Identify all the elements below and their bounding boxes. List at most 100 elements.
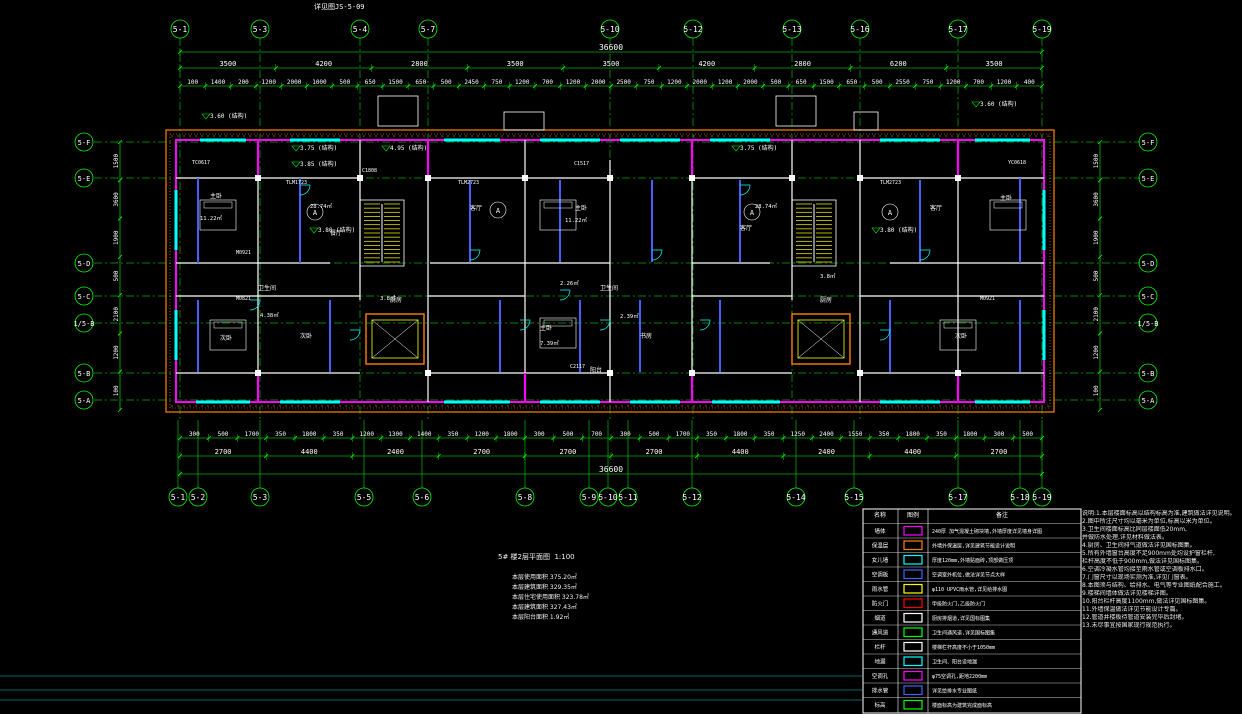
insulation-dot: [705, 405, 707, 407]
dim-top-2-text: 1200: [997, 79, 1012, 86]
column: [857, 370, 863, 376]
insulation-dot: [615, 135, 617, 137]
dining-mark: A: [750, 209, 755, 217]
door-tag: M0821: [236, 296, 251, 302]
insulation-dot: [633, 405, 635, 407]
elevation-triangle: [201, 113, 211, 120]
insulation-dot: [339, 135, 341, 137]
room-label: 厨房: [820, 296, 832, 304]
insulation-dot: [627, 135, 629, 137]
insulation-dot: [219, 135, 221, 137]
insulation-dot: [525, 405, 527, 407]
column: [425, 175, 431, 181]
insulation-dot: [861, 135, 863, 137]
insulation-dot: [189, 405, 191, 407]
insulation-dot: [741, 405, 743, 407]
insulation-dot: [897, 405, 899, 407]
axis-label: 5-8: [518, 493, 533, 502]
dim-bottom-1-text: 1800: [733, 431, 748, 438]
insulation-dot: [489, 405, 491, 407]
insulation-dot: [969, 135, 971, 137]
axis-label: 5-4: [353, 25, 368, 34]
insulation-dot: [867, 405, 869, 407]
insulation-dot: [1023, 135, 1025, 137]
insulation-dot: [573, 405, 575, 407]
insulation-dot: [471, 135, 473, 137]
dim-bottom-1-text: 1300: [388, 431, 403, 438]
insulation-dot: [423, 405, 425, 407]
dim-bottom-2-text: 2700: [990, 448, 1007, 456]
axis-label: 5-5: [357, 493, 372, 502]
insulation-dot: [693, 135, 695, 137]
insulation-dot: [315, 405, 317, 407]
dining-mark: A: [313, 209, 318, 217]
dim-bottom-2-text: 2400: [818, 448, 835, 456]
axis-label: 5-2: [191, 493, 206, 502]
column: [789, 175, 795, 181]
insulation-dot: [993, 135, 995, 137]
insulation-dot: [621, 135, 623, 137]
axis-label: 5-17: [948, 25, 967, 34]
dim-right-text: 1200: [1093, 345, 1100, 360]
dim-bottom-1-text: 500: [218, 431, 229, 438]
insulation-dot: [1017, 135, 1019, 137]
dim-bottom-2-text: 4400: [732, 448, 749, 456]
insulation-dot: [513, 405, 515, 407]
legend-note: φ75空调孔,距地2200mm: [932, 673, 987, 680]
insulation-dot: [537, 405, 539, 407]
insulation-dot: [507, 405, 509, 407]
insulation-dot: [783, 405, 785, 407]
insulation-dot: [771, 405, 773, 407]
insulation-dot: [759, 405, 761, 407]
insulation-dot: [345, 135, 347, 137]
insulation-dot: [879, 135, 881, 137]
dim-top-2-text: 1200: [566, 79, 581, 86]
insulation-dot: [855, 135, 857, 137]
dim-right-text: 500: [1093, 270, 1100, 281]
insulation-dot: [663, 405, 665, 407]
insulation-dot: [1035, 405, 1037, 407]
insulation-dot: [417, 405, 419, 407]
insulation-dot: [309, 135, 311, 137]
insulation-dot: [489, 135, 491, 137]
door-swing: [599, 319, 611, 331]
insulation-dot: [867, 135, 869, 137]
insulation-dot: [675, 405, 677, 407]
insulation-dot: [657, 405, 659, 407]
axis-label: 5-11: [618, 493, 637, 502]
insulation-dot: [747, 135, 749, 137]
insulation-dot: [369, 405, 371, 407]
dim-top-2-text: 2000: [591, 79, 606, 86]
legend-swatch: [903, 583, 923, 594]
legend-name: 通风道: [872, 628, 889, 636]
insulation-dot: [249, 135, 251, 137]
insulation-dot: [537, 135, 539, 137]
insulation-dot: [999, 405, 1001, 407]
dim-bottom-1-text: 500: [649, 431, 660, 438]
insulation-dot: [207, 405, 209, 407]
room-area: 3.8㎡: [820, 272, 836, 280]
dim-bottom-1-text: 1200: [474, 431, 489, 438]
area-table-title: 5# 楼2层平面图 1:100: [498, 552, 575, 562]
insulation-dot: [957, 405, 959, 407]
dim-bottom-1-text: 350: [764, 431, 775, 438]
insulation-dot: [819, 135, 821, 137]
insulation-dot: [981, 405, 983, 407]
door-swing: [299, 184, 311, 196]
insulation-dot: [375, 135, 377, 137]
insulation-dot: [183, 135, 185, 137]
insulation-dot: [657, 135, 659, 137]
dim-left-text: 1900: [113, 230, 120, 245]
legend-note: 卫生间、阳台设地漏: [932, 658, 977, 665]
insulation-dot: [375, 405, 377, 407]
legend-swatch: [903, 641, 923, 652]
insulation-dot: [843, 405, 845, 407]
insulation-dot: [681, 405, 683, 407]
dim-bottom-1-text: 1800: [503, 431, 518, 438]
dim-bottom-1-text: 1400: [417, 431, 432, 438]
insulation-dot: [579, 405, 581, 407]
axis-label: 5-17: [948, 493, 967, 502]
insulation-dot: [765, 135, 767, 137]
elevation-triangle: [381, 145, 391, 152]
insulation-dot: [339, 405, 341, 407]
